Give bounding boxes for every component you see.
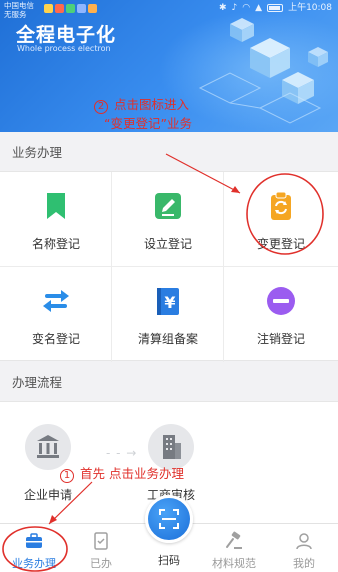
bluetooth-icon: ✱	[218, 3, 227, 13]
briefcase-icon	[26, 533, 42, 548]
carrier-service: 无服务	[4, 10, 27, 19]
business-grid: 名称登记 设立登记 变更登记 变名登记 ¥ 清算组备案 注销登记	[0, 171, 338, 362]
step2-line2: “变更登记”业务	[104, 116, 192, 131]
clipboard-refresh-icon	[271, 191, 291, 220]
business-section-title: 业务办理	[0, 135, 338, 171]
yen-book-icon: ¥	[157, 288, 179, 315]
step1-annotation: 1 首先 点击业务办理	[60, 463, 184, 483]
grid-item-label: 清算组备案	[137, 332, 198, 346]
grid-item-establish-registration[interactable]: 设立登记	[112, 172, 224, 267]
done-list-icon	[94, 532, 108, 550]
gavel-icon	[226, 531, 242, 549]
grid-item-label: 注销登记	[256, 332, 305, 346]
app-notification-icon	[77, 4, 86, 13]
user-icon	[296, 533, 312, 550]
tab-label: 材料规范	[212, 557, 256, 570]
step1-text: 首先 点击业务办理	[79, 466, 184, 481]
grid-item-label: 变更登记	[256, 237, 305, 251]
svg-text:¥: ¥	[164, 293, 175, 312]
tab-business[interactable]: 业务办理	[0, 524, 68, 572]
grid-item-change-registration[interactable]: 变更登记	[224, 172, 338, 267]
app-subtitle: Whole process electron	[17, 44, 111, 53]
grid-item-name-registration[interactable]: 名称登记	[0, 172, 112, 267]
tab-label: 业务办理	[12, 557, 56, 570]
scan-button[interactable]	[145, 495, 193, 543]
grid-item-label: 变名登记	[31, 332, 80, 346]
swap-arrows-icon	[43, 290, 69, 312]
app-notification-icon	[44, 4, 53, 13]
bookmark-icon	[47, 193, 65, 219]
tab-label: 扫码	[158, 554, 180, 567]
grid-item-liquidation-filing[interactable]: ¥ 清算组备案	[112, 267, 224, 362]
app-title: 全程电子化	[16, 24, 117, 46]
app-notification-icon	[88, 4, 97, 13]
carrier-name: 中国电信	[4, 1, 34, 10]
signal-icon: ▲	[255, 3, 263, 13]
battery-icon	[267, 4, 284, 12]
edit-icon	[155, 193, 181, 219]
wifi-icon: ◠	[242, 3, 251, 13]
app-notification-icon	[66, 4, 75, 13]
process-section-title: 办理流程	[0, 365, 338, 401]
process-step-label: 企业申请	[23, 488, 72, 502]
minus-circle-icon	[267, 287, 295, 315]
step1-number: 1	[60, 469, 74, 483]
tab-label: 我的	[293, 557, 315, 570]
step2-annotation: 2 点击图标进入 “变更登记”业务	[94, 95, 274, 133]
clock: 上午10:08	[288, 3, 332, 13]
notification-icons	[44, 4, 97, 13]
status-right-icons: ✱ ♪ ◠ ▲ 上午10:08	[219, 3, 332, 13]
tab-profile[interactable]: 我的	[270, 524, 338, 572]
grid-item-rename-registration[interactable]: 变名登记	[0, 267, 112, 362]
tab-label: 已办	[90, 557, 112, 570]
step2-line1: 点击图标进入	[113, 97, 189, 112]
status-bar: 中国电信 无服务 ✱ ♪ ◠ ▲ 上午10:08	[0, 0, 338, 20]
scan-icon	[159, 509, 179, 529]
tab-done[interactable]: 已办	[67, 524, 135, 572]
mute-icon: ♪	[231, 3, 238, 13]
carrier-info: 中国电信 无服务	[4, 1, 34, 19]
tab-materials[interactable]: 材料规范	[200, 524, 268, 572]
grid-item-label: 名称登记	[31, 237, 80, 251]
app-notification-icon	[55, 4, 64, 13]
process-arrow: - - →	[106, 446, 138, 460]
grid-item-label: 设立登记	[143, 237, 192, 251]
grid-item-cancel-registration[interactable]: 注销登记	[224, 267, 338, 362]
step2-number: 2	[94, 100, 108, 114]
